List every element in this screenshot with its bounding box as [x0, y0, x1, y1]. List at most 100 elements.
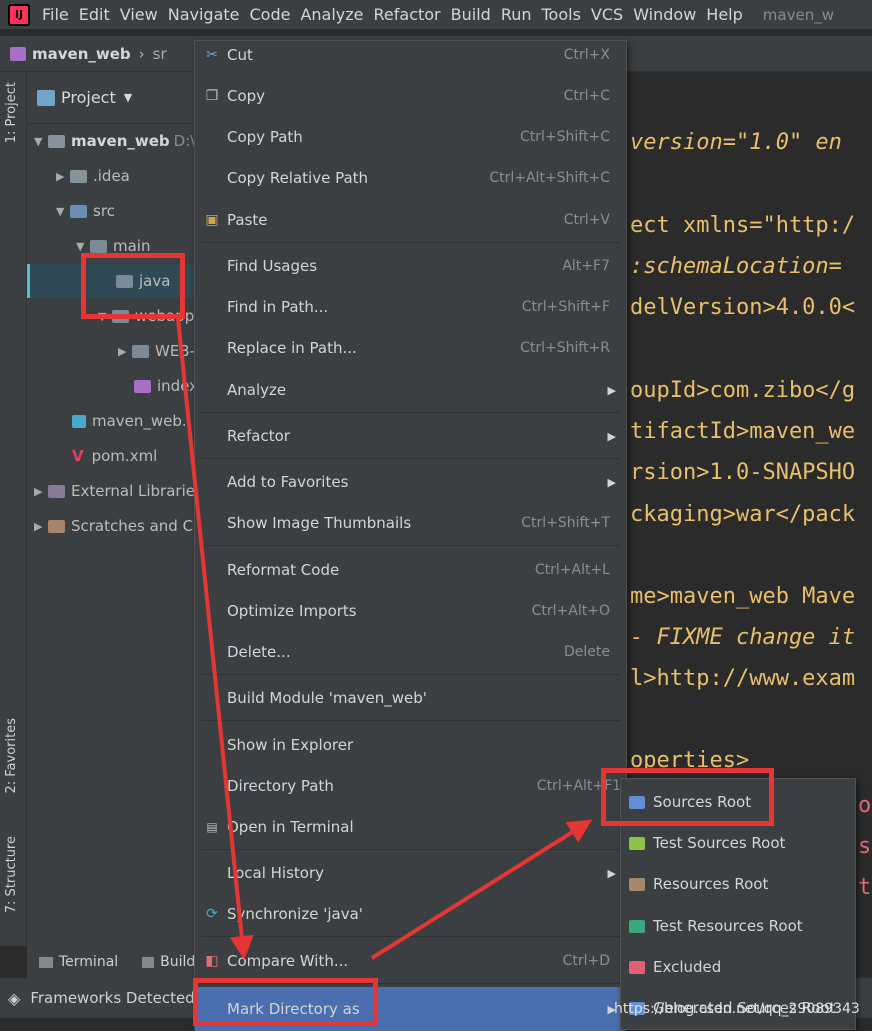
breadcrumb-project[interactable]: maven_web	[32, 45, 131, 63]
submenu-item-excluded[interactable]: Excluded	[621, 947, 855, 987]
tree-label: Scratches and Co	[71, 517, 203, 535]
menu-item-label: Optimize Imports	[227, 602, 357, 620]
breadcrumb-src[interactable]: sr	[153, 45, 167, 63]
menu-item-analyze[interactable]: Analyze ▶	[195, 370, 626, 410]
menu-run[interactable]: Run	[501, 5, 532, 24]
tree-item-src[interactable]: ▼ src	[56, 199, 115, 223]
menu-refactor[interactable]: Refactor	[374, 5, 441, 24]
tree-path: D:\	[173, 132, 196, 150]
menu-item-shortcut: Ctrl+C	[563, 88, 610, 104]
menubar: IJ File Edit View Navigate Code Analyze …	[0, 0, 872, 29]
menu-item-shortcut: Ctrl+D	[562, 953, 610, 969]
menu-item-delete[interactable]: Delete... Delete	[195, 632, 626, 672]
menu-item-synchronize[interactable]: ⟳ Synchronize 'java'	[195, 894, 626, 934]
submenu-item-resources-root[interactable]: Resources Root	[621, 864, 855, 904]
menu-help[interactable]: Help	[706, 5, 742, 24]
context-menu: ✂ Cut Ctrl+X ❐ Copy Ctrl+C Copy Path Ctrl+Shi…	[194, 40, 630, 1031]
project-panel-header[interactable]: Project ▼	[27, 72, 197, 124]
frameworks-detected-label[interactable]: Frameworks Detected	[30, 989, 194, 1007]
menu-item-find-in-path[interactable]: Find in Path... Ctrl+Shift+F	[195, 287, 626, 327]
menu-item-label: Local History	[227, 864, 325, 882]
menu-separator	[201, 412, 620, 413]
menu-view[interactable]: View	[120, 5, 158, 24]
submenu-item-test-resources-root[interactable]: Test Resources Root	[621, 906, 855, 946]
menu-code[interactable]: Code	[250, 5, 291, 24]
menu-item-shortcut: Ctrl+X	[563, 47, 610, 63]
library-icon	[48, 484, 65, 498]
tree-item-iml[interactable]: maven_web.i	[72, 409, 191, 433]
menu-item-directory-path[interactable]: Directory Path Ctrl+Alt+F12	[195, 766, 630, 806]
tree-item-idea[interactable]: ▶ .idea	[56, 164, 130, 188]
code-line: - FIXME change it	[630, 625, 856, 650]
menu-item-label: Open in Terminal	[227, 818, 354, 836]
tree-item-index[interactable]: index	[134, 374, 198, 398]
menu-window[interactable]: Window	[633, 5, 696, 24]
menu-item-compare-with[interactable]: ◧ Compare With... Ctrl+D	[195, 941, 626, 981]
build-tool-button[interactable]: Build	[142, 954, 195, 970]
menu-item-optimize-imports[interactable]: Optimize Imports Ctrl+Alt+O	[195, 591, 626, 631]
menu-separator	[201, 720, 620, 721]
menu-item-label: Copy Relative Path	[227, 169, 369, 187]
terminal-tool-button[interactable]: Terminal	[39, 954, 118, 970]
menu-item-open-in-terminal[interactable]: ▤ Open in Terminal	[195, 807, 626, 847]
folder-icon	[37, 89, 55, 106]
menu-navigate[interactable]: Navigate	[168, 5, 240, 24]
watermark: https://blog.csdn.net/qq_29089343	[614, 1001, 860, 1017]
menu-item-refactor[interactable]: Refactor ▶	[195, 416, 626, 456]
menu-item-shortcut: Ctrl+Shift+F	[521, 299, 610, 315]
menu-item-copy-relative-path[interactable]: Copy Relative Path Ctrl+Alt+Shift+C	[195, 158, 626, 198]
scissors-icon: ✂	[206, 47, 218, 63]
menu-item-replace-in-path[interactable]: Replace in Path... Ctrl+Shift+R	[195, 328, 626, 368]
terminal-icon: ▤	[206, 820, 218, 834]
menu-item-show-image-thumbnails[interactable]: Show Image Thumbnails Ctrl+Shift+T	[195, 503, 626, 543]
tab-favorites[interactable]: 2: Favorites	[4, 718, 19, 794]
tree-label: External Libraries	[71, 482, 203, 500]
tree-label: src	[93, 202, 115, 220]
submenu-item-test-sources-root[interactable]: Test Sources Root	[621, 823, 855, 863]
menu-vcs[interactable]: VCS	[591, 5, 623, 24]
menu-item-label: Copy	[227, 87, 266, 105]
tab-structure[interactable]: 7: Structure	[4, 836, 19, 913]
menu-item-show-in-explorer[interactable]: Show in Explorer	[195, 725, 626, 765]
menu-file[interactable]: File	[42, 5, 69, 24]
menu-analyze[interactable]: Analyze	[300, 5, 363, 24]
code-line: oupId>com.zibo</g	[630, 378, 856, 403]
menu-item-label: Refactor	[227, 427, 290, 445]
menu-item-shortcut: Ctrl+Alt+O	[531, 603, 610, 619]
menu-item-cut[interactable]: ✂ Cut Ctrl+X	[195, 35, 626, 75]
tree-label: WEB-	[155, 342, 196, 360]
module-folder-icon	[48, 134, 65, 148]
sync-icon: ⟳	[206, 906, 218, 922]
menu-separator	[201, 849, 620, 850]
menu-build[interactable]: Build	[451, 5, 491, 24]
left-tool-strip: 1: Project 2: Favorites 7: Structure	[0, 72, 27, 946]
menu-item-label: Paste	[227, 211, 268, 229]
bottom-tool-bar: Terminal Build	[27, 946, 197, 978]
menu-item-find-usages[interactable]: Find Usages Alt+F7	[195, 246, 626, 286]
menu-item-build-module[interactable]: Build Module 'maven_web'	[195, 678, 626, 718]
code-line: ta	[858, 875, 872, 900]
menu-tools[interactable]: Tools	[542, 5, 581, 24]
tree-label: maven_web.i	[92, 412, 191, 430]
menu-item-reformat-code[interactable]: Reformat Code Ctrl+Alt+L	[195, 550, 626, 590]
menu-item-paste[interactable]: ▣ Paste Ctrl+V	[195, 200, 626, 240]
tree-item-pom[interactable]: Vpom.xml	[72, 444, 157, 468]
menu-item-add-to-favorites[interactable]: Add to Favorites ▶	[195, 462, 626, 502]
tree-item-web-inf[interactable]: ▶ WEB-	[118, 339, 195, 363]
tree-item-maven-web[interactable]: ▼ maven_web D:\	[34, 129, 195, 153]
tree-item-external-libraries[interactable]: ▶ External Libraries	[34, 479, 203, 503]
tree-item-scratches[interactable]: ▶ Scratches and Co	[34, 514, 202, 538]
menu-item-shortcut: Ctrl+Alt+Shift+C	[489, 170, 610, 186]
menu-item-copy[interactable]: ❐ Copy Ctrl+C	[195, 76, 626, 116]
menu-item-local-history[interactable]: Local History ▶	[195, 853, 626, 893]
terminal-icon	[39, 956, 53, 968]
tab-project[interactable]: 1: Project	[4, 82, 19, 143]
chevron-down-icon[interactable]: ▼	[124, 91, 132, 104]
menu-item-copy-path[interactable]: Copy Path Ctrl+Shift+C	[195, 117, 626, 157]
code-line: :schemaLocation=	[630, 254, 842, 279]
chevron-right-icon: ▶	[56, 169, 65, 183]
maven-icon: V	[72, 447, 84, 465]
menu-edit[interactable]: Edit	[79, 5, 110, 24]
chevron-down-icon: ▼	[56, 204, 65, 218]
menu-item-shortcut: Ctrl+Alt+L	[534, 562, 610, 578]
